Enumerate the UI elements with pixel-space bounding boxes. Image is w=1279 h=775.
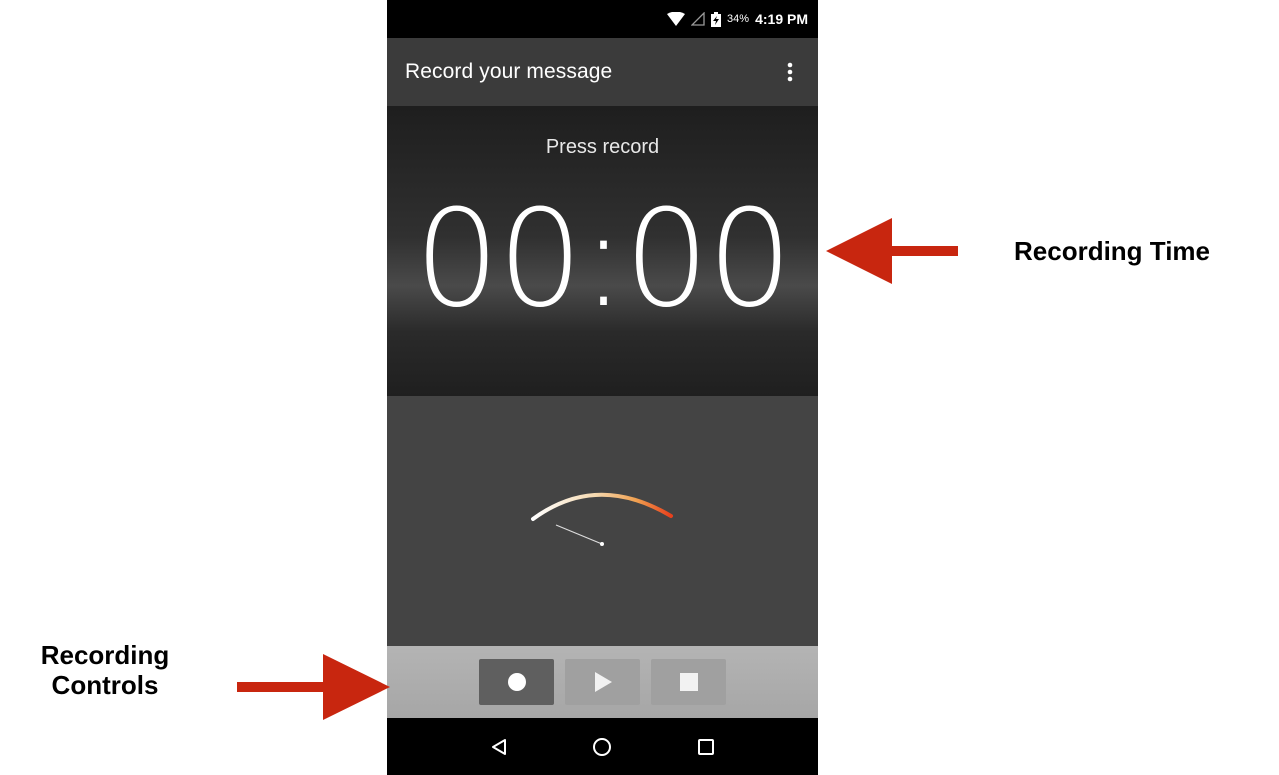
status-bar: 34% 4:19 PM — [387, 0, 818, 38]
annotation-recording-controls-line2: Controls — [51, 670, 159, 700]
annotation-recording-time: Recording Time — [1014, 236, 1211, 266]
recording-controls — [387, 646, 818, 718]
clock: 4:19 PM — [755, 11, 808, 27]
system-nav-bar — [387, 718, 818, 775]
stop-icon — [679, 673, 698, 691]
recording-timer: 00:00 — [414, 181, 792, 337]
vu-meter-pivot — [600, 542, 604, 546]
wifi-icon — [667, 12, 686, 26]
play-button[interactable] — [565, 659, 640, 705]
arrow-recording-controls — [237, 654, 390, 720]
recents-button[interactable] — [686, 727, 726, 767]
arrow-recording-time — [826, 218, 958, 284]
back-icon — [491, 738, 506, 755]
more-vert-icon[interactable] — [780, 52, 800, 92]
back-button[interactable] — [479, 727, 519, 767]
record-icon — [507, 673, 526, 691]
phone-screen: 34% 4:19 PM Record your message Press re… — [387, 0, 818, 775]
screenshot-canvas: 34% 4:19 PM Record your message Press re… — [0, 0, 1279, 775]
vu-meter — [531, 492, 673, 546]
meter-panel — [387, 396, 818, 646]
battery-charging-icon — [711, 11, 722, 27]
home-icon — [593, 737, 612, 756]
timer-panel: Press record 00:00 — [387, 106, 818, 396]
vu-meter-arc — [531, 492, 673, 521]
home-button[interactable] — [582, 727, 622, 767]
play-icon — [594, 672, 612, 692]
battery-percent: 34% — [727, 13, 750, 25]
app-bar: Record your message — [387, 38, 818, 106]
record-button[interactable] — [479, 659, 554, 705]
signal-icon — [691, 12, 705, 26]
annotation-recording-controls: Recording Controls — [20, 640, 190, 700]
vu-meter-needle — [555, 524, 603, 545]
annotation-recording-controls-line1: Recording — [40, 640, 170, 670]
app-title: Record your message — [405, 60, 613, 83]
recents-icon — [698, 738, 715, 755]
stop-button[interactable] — [651, 659, 726, 705]
recorder-status-text: Press record — [545, 136, 660, 158]
